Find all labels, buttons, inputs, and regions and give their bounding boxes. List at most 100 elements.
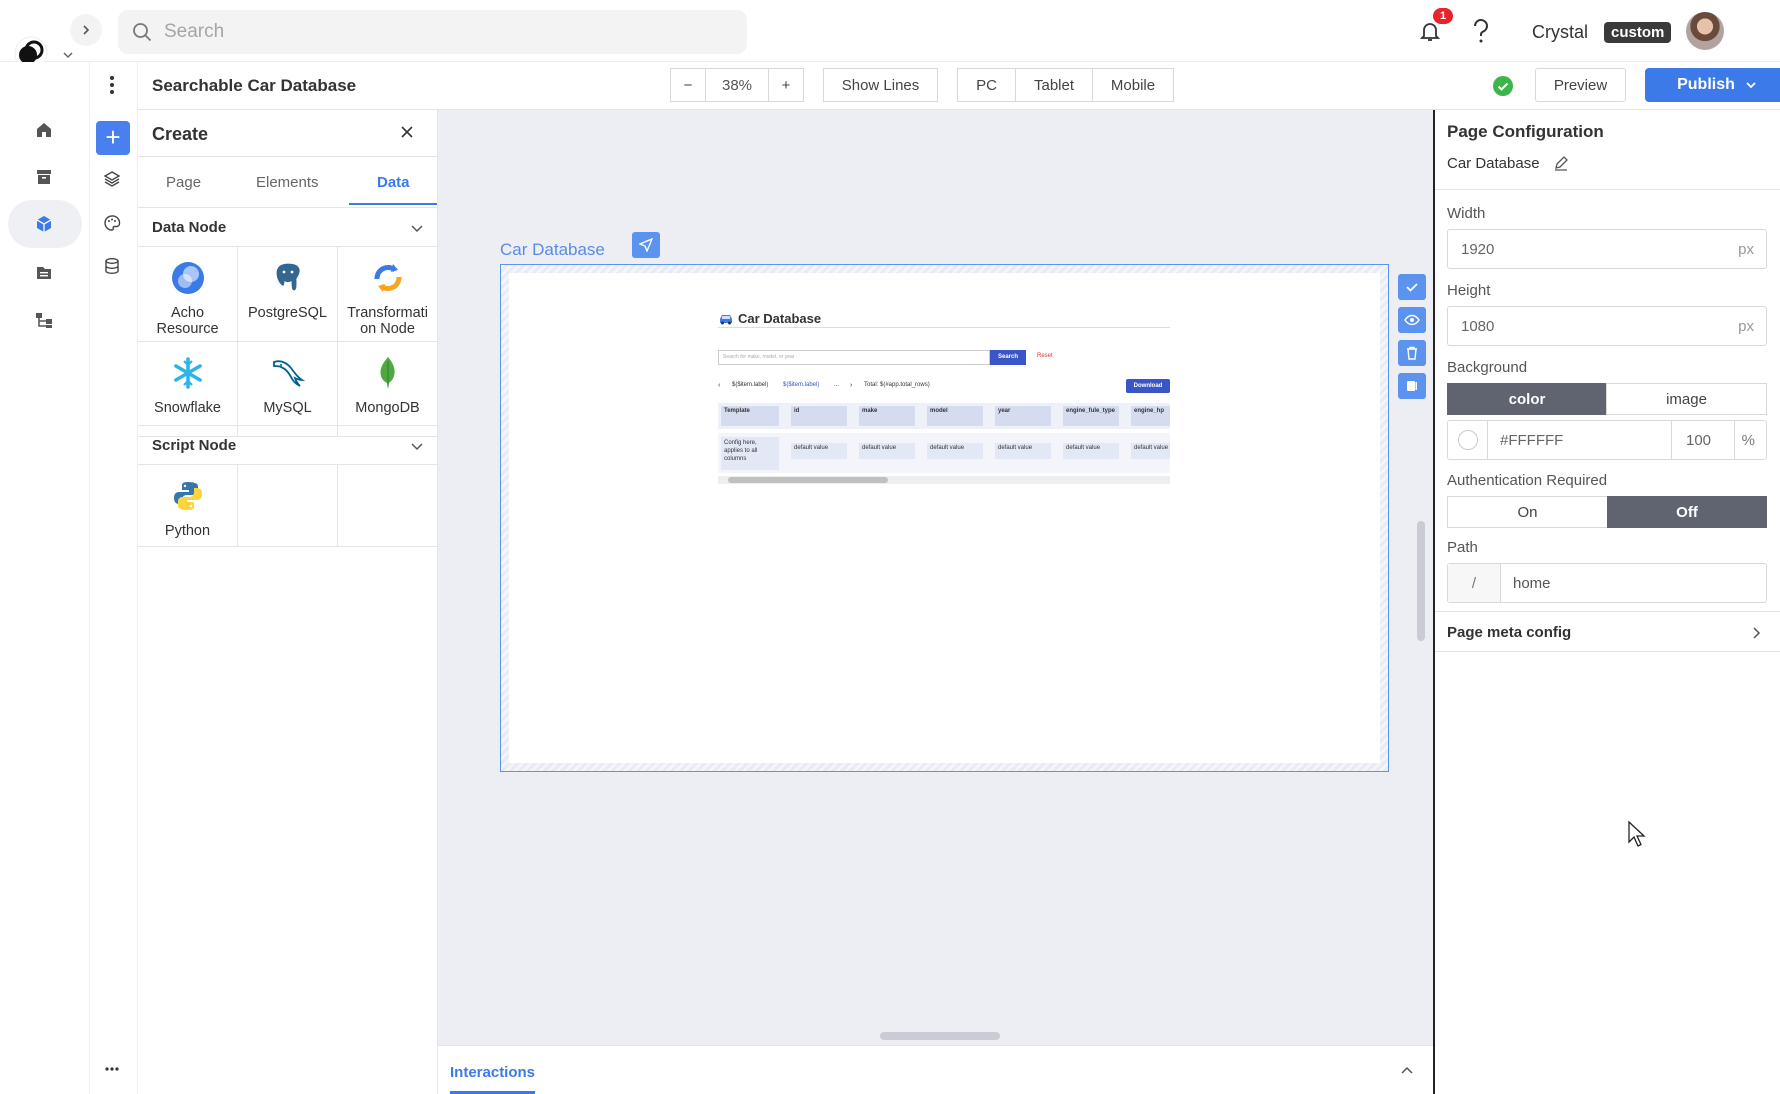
- documents-icon[interactable]: [30, 258, 58, 286]
- help-button[interactable]: [1461, 11, 1501, 51]
- node-mongodb[interactable]: MongoDB: [338, 342, 438, 437]
- bg-color-input[interactable]: #FFFFFF 100 %: [1447, 420, 1767, 460]
- width-input[interactable]: 1920 px: [1447, 229, 1767, 269]
- interactions-tab[interactable]: Interactions: [450, 1064, 535, 1081]
- mini-pager-prev: ‹: [718, 382, 721, 389]
- interactions-bar[interactable]: [438, 1045, 1433, 1094]
- auth-on-toggle[interactable]: On: [1447, 496, 1608, 528]
- data-node-section[interactable]: Data Node: [138, 207, 438, 247]
- visibility-button[interactable]: [1398, 307, 1426, 333]
- duplicate-button[interactable]: [1398, 373, 1426, 399]
- zoom-level[interactable]: 38%: [705, 68, 769, 102]
- device-pc-button[interactable]: PC: [957, 68, 1016, 102]
- path-prefix: /: [1448, 564, 1501, 602]
- auth-off-toggle[interactable]: Off: [1607, 496, 1767, 528]
- bg-image-toggle[interactable]: image: [1606, 383, 1767, 415]
- chevron-up-icon[interactable]: [1400, 1064, 1414, 1078]
- layers-icon[interactable]: [103, 170, 121, 188]
- height-input[interactable]: 1080 px: [1447, 306, 1767, 346]
- mini-col-header: engine_fule_type: [1063, 406, 1119, 426]
- edit-icon[interactable]: [1553, 155, 1569, 171]
- preview-button[interactable]: Preview: [1535, 68, 1626, 102]
- page-meta-config[interactable]: Page meta config: [1447, 624, 1571, 641]
- script-node-section[interactable]: Script Node: [138, 425, 438, 465]
- tab-elements[interactable]: Elements: [256, 174, 319, 191]
- search-input[interactable]: [164, 21, 724, 43]
- zoom-in-button[interactable]: +: [768, 68, 804, 102]
- bg-opacity-input[interactable]: 100: [1671, 420, 1735, 460]
- divider: [1435, 189, 1780, 190]
- app-builder-icon[interactable]: [30, 210, 58, 238]
- mini-cell: default value: [859, 443, 915, 459]
- delete-button[interactable]: [1398, 340, 1426, 366]
- path-input[interactable]: / home: [1447, 563, 1767, 603]
- node-mysql[interactable]: MySQL: [238, 342, 338, 437]
- chevron-down-icon[interactable]: [410, 221, 424, 235]
- chevron-right-icon: [83, 25, 90, 35]
- config-title: Page Configuration: [1447, 122, 1604, 141]
- question-icon: [1473, 18, 1488, 43]
- confirm-button[interactable]: [1398, 274, 1426, 300]
- background-label: Background: [1447, 359, 1528, 376]
- mongodb-icon: [379, 357, 395, 389]
- bg-color-toggle[interactable]: color: [1447, 383, 1607, 415]
- empty-slot: [238, 465, 338, 547]
- zoom-out-button[interactable]: −: [670, 68, 706, 102]
- mini-total: Total: $(#app.total_rows): [864, 382, 930, 388]
- navigate-page-button[interactable]: [632, 232, 660, 258]
- show-lines-button[interactable]: Show Lines: [823, 68, 938, 102]
- node-transformation[interactable]: Transformati on Node: [338, 247, 438, 342]
- more-vertical-icon[interactable]: [104, 74, 120, 96]
- mini-cell: default value: [791, 443, 847, 459]
- postgresql-icon: [274, 262, 301, 292]
- username[interactable]: Crystal: [1532, 22, 1588, 43]
- node-snowflake[interactable]: Snowflake: [138, 342, 238, 437]
- add-button[interactable]: +: [96, 121, 130, 155]
- script-node-grid: Python: [138, 465, 438, 547]
- opacity-unit: %: [1741, 431, 1755, 449]
- more-horizontal-icon[interactable]: [104, 1066, 120, 1072]
- divider: [138, 156, 438, 157]
- tab-page[interactable]: Page: [166, 174, 201, 191]
- auth-label: Authentication Required: [1447, 472, 1608, 489]
- node-acho-resource[interactable]: Acho Resource: [138, 247, 238, 342]
- color-swatch[interactable]: [1448, 421, 1488, 459]
- node-python[interactable]: Python: [138, 465, 238, 547]
- global-search[interactable]: [118, 10, 747, 54]
- expand-sidebar-button[interactable]: [70, 14, 102, 46]
- page-preview[interactable]: [509, 273, 1380, 763]
- data-node-grid: Acho Resource PostgreSQL Transformati on N…: [138, 247, 438, 437]
- palette-icon[interactable]: [103, 214, 121, 232]
- mini-pager-ellipsis: ...: [834, 382, 840, 388]
- mini-template-note: Config here, applies to all columns: [721, 437, 779, 470]
- tab-data[interactable]: Data: [377, 174, 410, 191]
- archive-icon[interactable]: [30, 163, 58, 191]
- divider: [1435, 611, 1780, 612]
- chevron-right-icon[interactable]: [1752, 626, 1762, 640]
- page-title: Searchable Car Database: [152, 76, 357, 95]
- database-icon[interactable]: [103, 257, 121, 275]
- chevron-down-icon[interactable]: [410, 439, 424, 453]
- config-page-name: Car Database: [1447, 155, 1540, 172]
- transformation-icon: [374, 264, 401, 292]
- empty-slot: [338, 465, 438, 547]
- publish-button[interactable]: Publish: [1645, 68, 1780, 102]
- canvas-vertical-scrollbar[interactable]: [1417, 521, 1425, 641]
- node-postgresql[interactable]: PostgreSQL: [238, 247, 338, 342]
- avatar[interactable]: [1686, 12, 1724, 50]
- mini-reset-link: Reset: [1037, 353, 1053, 359]
- canvas-horizontal-scrollbar[interactable]: [880, 1032, 1000, 1040]
- workflow-icon[interactable]: [30, 306, 58, 334]
- chevron-down-icon: [1746, 82, 1756, 89]
- device-tablet-button[interactable]: Tablet: [1015, 68, 1093, 102]
- device-mobile-button[interactable]: Mobile: [1092, 68, 1174, 102]
- workspace-chevron-icon[interactable]: [62, 49, 74, 61]
- canvas-page-label[interactable]: Car Database: [500, 240, 605, 260]
- divider: [1435, 651, 1780, 652]
- mini-col-header: year: [995, 406, 1051, 426]
- close-icon[interactable]: [400, 125, 414, 139]
- height-value: 1080: [1461, 317, 1495, 335]
- mini-cell: default value: [995, 443, 1051, 459]
- mini-page-title: Car Database: [718, 311, 821, 326]
- home-icon[interactable]: [30, 116, 58, 144]
